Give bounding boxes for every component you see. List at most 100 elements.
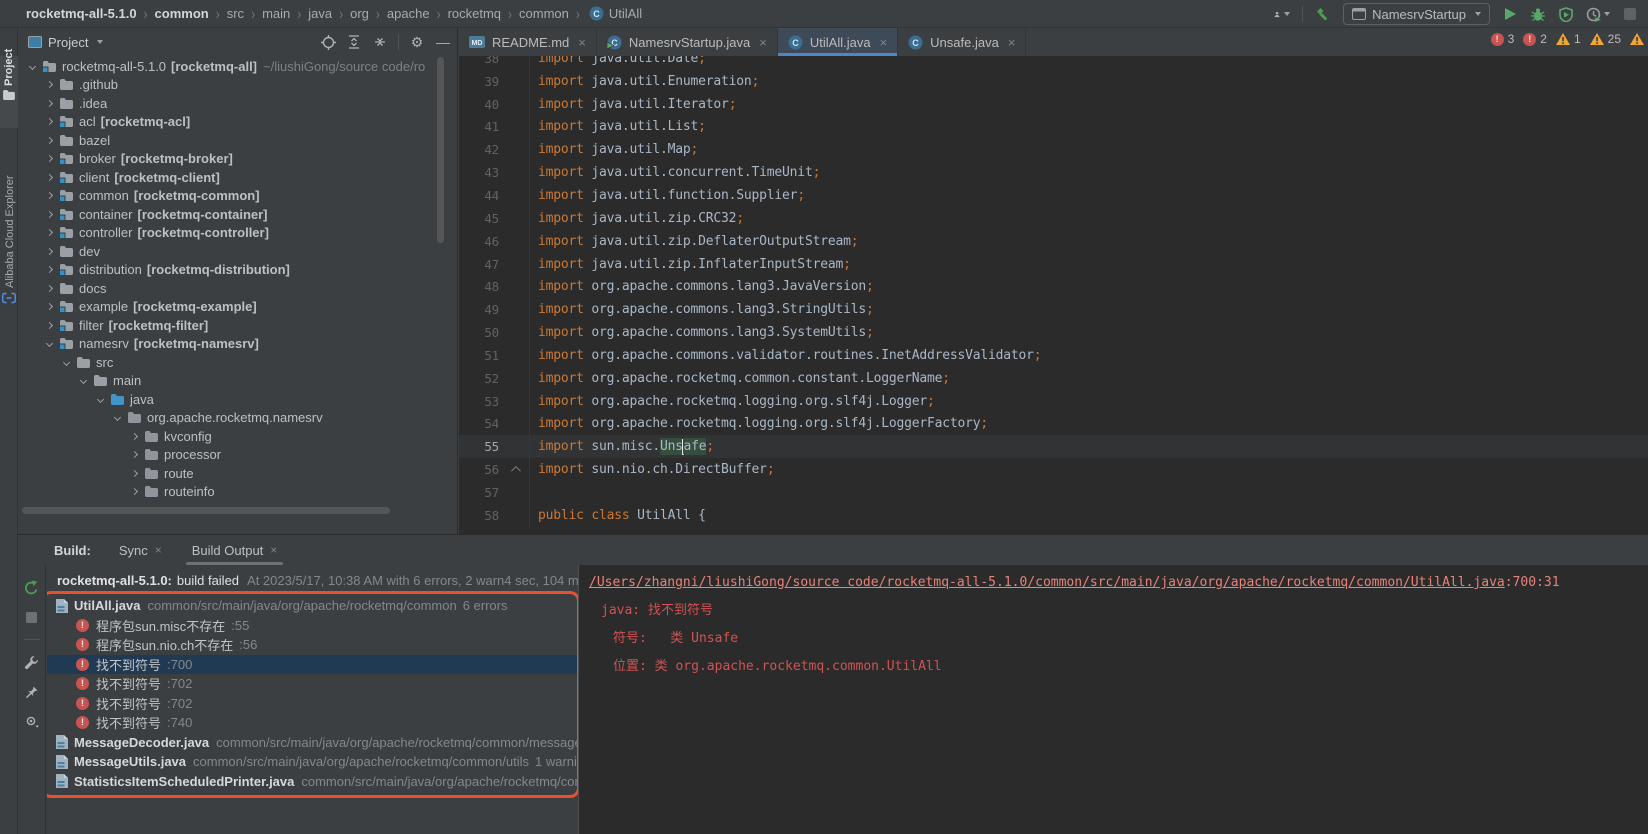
chevron-right-icon[interactable] [46, 229, 53, 236]
code-line-40[interactable]: 40import java.util.Iterator; [459, 93, 1648, 116]
project-tree-row[interactable]: .github [18, 76, 458, 95]
breadcrumb-item[interactable]: common [519, 6, 569, 21]
editor-tab-namesrvstartup-java[interactable]: CNamesrvStartup.java× [597, 28, 778, 56]
code-line-45[interactable]: 45import java.util.zip.CRC32; [459, 207, 1648, 230]
breadcrumb-item[interactable]: rocketmq-all-5.1.0 [26, 6, 137, 21]
build-error-row[interactable]: !程序包sun.misc不存在:55 [47, 616, 577, 636]
chevron-down-icon[interactable] [46, 340, 53, 347]
warning-count-badge[interactable] [1630, 33, 1644, 45]
project-tree-row[interactable]: src [18, 353, 458, 372]
chevron-right-icon[interactable] [46, 137, 53, 144]
breadcrumb-item[interactable]: java [308, 6, 332, 21]
close-icon[interactable]: × [578, 35, 586, 50]
code-line-44[interactable]: 44import java.util.function.Supplier; [459, 184, 1648, 207]
code-line-43[interactable]: 43import java.util.concurrent.TimeUnit; [459, 161, 1648, 184]
code-line-39[interactable]: 39import java.util.Enumeration; [459, 70, 1648, 93]
code-line-47[interactable]: 47import java.util.zip.InflaterInputStre… [459, 253, 1648, 276]
chevron-right-icon[interactable] [46, 266, 53, 273]
rerun-build-icon[interactable] [24, 579, 40, 595]
wrench-settings-icon[interactable] [24, 654, 40, 670]
fold-marker-icon[interactable] [499, 466, 529, 473]
code-line-50[interactable]: 50import org.apache.commons.lang3.System… [459, 321, 1648, 344]
chevron-down-icon[interactable] [97, 396, 104, 403]
chevron-right-icon[interactable] [46, 285, 53, 292]
chevron-right-icon[interactable] [46, 322, 53, 329]
project-tree-row[interactable]: common[rocketmq-common] [18, 187, 458, 206]
close-icon[interactable]: × [759, 35, 767, 50]
settings-gear-icon[interactable]: ⚙ [409, 34, 425, 50]
build-error-row[interactable]: !找不到符号:740 [47, 713, 577, 733]
project-tree-row[interactable]: filter[rocketmq-filter] [18, 316, 458, 335]
chevron-right-icon[interactable] [131, 488, 138, 495]
project-tree-row[interactable]: .idea [18, 94, 458, 113]
code-line-51[interactable]: 51import org.apache.commons.validator.ro… [459, 344, 1648, 367]
run-configuration-select[interactable]: NamesrvStartup [1343, 3, 1490, 25]
build-tab-build-output[interactable]: Build Output× [190, 535, 280, 565]
code-line-58[interactable]: 58public class UtilAll { [459, 504, 1648, 527]
error-count-badge[interactable]: !2 [1523, 32, 1547, 46]
user-account-icon[interactable] [1274, 6, 1290, 22]
breadcrumb-item[interactable]: main [262, 6, 290, 21]
build-error-row[interactable]: !找不到符号:702 [47, 674, 577, 694]
breadcrumb[interactable]: rocketmq-all-5.1.0›common›src›main›java›… [0, 6, 642, 21]
tool-window-tab-alibaba-cloud-explorer[interactable]: Alibaba Cloud Explorer [4, 175, 16, 288]
run-button[interactable] [1502, 6, 1518, 22]
chevron-right-icon[interactable] [131, 470, 138, 477]
chevron-right-icon[interactable] [46, 211, 53, 218]
build-tab-sync[interactable]: Sync× [117, 535, 164, 565]
build-hammer-icon[interactable] [1315, 6, 1331, 22]
error-count-badge[interactable]: !3 [1491, 32, 1515, 46]
stop-button[interactable] [1622, 6, 1638, 22]
project-view-selector[interactable]: Project [28, 35, 103, 50]
code-line-57[interactable]: 57 [459, 481, 1648, 504]
hide-tool-window-icon[interactable]: — [435, 34, 451, 50]
chevron-down-icon[interactable] [63, 359, 70, 366]
debug-button[interactable] [1530, 6, 1546, 22]
alibaba-cloud-icon[interactable] [2, 292, 16, 304]
build-file-row[interactable]: StatisticsItemScheduledPrinter.javacommo… [47, 772, 577, 792]
profiler-button[interactable] [1586, 6, 1610, 22]
project-tree-row[interactable]: client[rocketmq-client] [18, 168, 458, 187]
chevron-right-icon[interactable] [46, 192, 53, 199]
code-line-52[interactable]: 52import org.apache.rocketmq.common.cons… [459, 367, 1648, 390]
code-line-48[interactable]: 48import org.apache.commons.lang3.JavaVe… [459, 275, 1648, 298]
editor-tab-readme-md[interactable]: MDREADME.md× [459, 28, 597, 56]
inspections-widget[interactable]: !3!2125 [1491, 32, 1644, 46]
preview-eye-icon[interactable] [24, 714, 40, 730]
close-icon[interactable]: × [270, 543, 277, 557]
error-file-link[interactable]: /Users/zhangni/liushiGong/source code/ro… [589, 575, 1505, 590]
collapse-all-icon[interactable] [372, 34, 388, 50]
build-error-row[interactable]: !找不到符号:700 [47, 655, 577, 675]
code-line-55[interactable]: 55import sun.misc.Unsafe; [459, 435, 1648, 458]
code-line-49[interactable]: 49import org.apache.commons.lang3.String… [459, 298, 1648, 321]
project-tree-row[interactable]: routeinfo [18, 483, 458, 502]
breadcrumb-item[interactable]: common [155, 6, 209, 21]
chevron-right-icon[interactable] [46, 248, 53, 255]
editor-tab-utilall-java[interactable]: CUtilAll.java× [778, 28, 898, 56]
project-tree-row[interactable]: broker[rocketmq-broker] [18, 150, 458, 169]
close-icon[interactable]: × [155, 543, 162, 557]
locate-file-icon[interactable] [320, 34, 336, 50]
pin-icon[interactable] [24, 684, 40, 700]
code-line-46[interactable]: 46import java.util.zip.DeflaterOutputStr… [459, 230, 1648, 253]
warning-count-badge[interactable]: 1 [1556, 32, 1581, 46]
chevron-right-icon[interactable] [46, 155, 53, 162]
breadcrumb-item[interactable]: org [350, 6, 369, 21]
expand-all-icon[interactable] [346, 34, 362, 50]
build-file-row[interactable]: UtilAll.javacommon/src/main/java/org/apa… [47, 596, 577, 616]
breadcrumb-item[interactable]: rocketmq [448, 6, 501, 21]
chevron-right-icon[interactable] [46, 174, 53, 181]
project-tree-row[interactable]: processor [18, 446, 458, 465]
build-file-row[interactable]: MessageUtils.javacommon/src/main/java/or… [47, 752, 577, 772]
breadcrumb-item[interactable]: UtilAll [609, 6, 642, 21]
project-tree-row[interactable]: docs [18, 279, 458, 298]
code-line-41[interactable]: 41import java.util.List; [459, 116, 1648, 139]
project-tree-vertical-scrollbar[interactable] [437, 57, 444, 243]
project-tree-row[interactable]: bazel [18, 131, 458, 150]
project-tree-row[interactable]: route [18, 464, 458, 483]
project-tree-row[interactable]: main [18, 372, 458, 391]
project-tree-row[interactable]: example[rocketmq-example] [18, 298, 458, 317]
project-tree-row[interactable]: container[rocketmq-container] [18, 205, 458, 224]
chevron-right-icon[interactable] [46, 118, 53, 125]
project-tree-row[interactable]: org.apache.rocketmq.namesrv [18, 409, 458, 428]
